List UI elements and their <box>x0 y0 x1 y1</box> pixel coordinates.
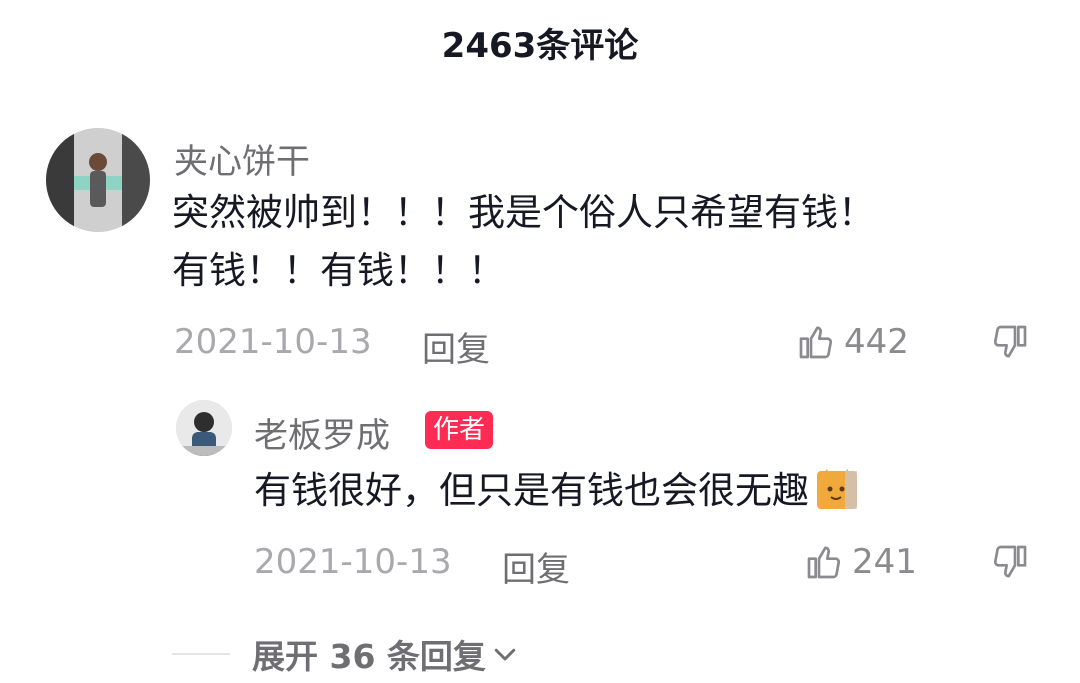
reply-reply-button[interactable]: 回复 <box>502 542 570 591</box>
author-username[interactable]: 老板罗成 <box>254 408 390 457</box>
thumbs-down-icon <box>993 545 1027 578</box>
thumbs-up-icon <box>807 546 841 579</box>
author-avatar[interactable] <box>176 400 232 456</box>
commenter-username[interactable]: 夹心饼干 <box>174 134 310 183</box>
cat-emoji-icon <box>817 469 857 509</box>
thumbs-down-icon <box>993 325 1027 358</box>
reply-text-content: 有钱很好，但只是有钱也会很无趣 <box>254 469 809 512</box>
comment-text-line2: 有钱！！有钱！！！ <box>172 249 505 292</box>
reply-date: 2021-10-13 <box>254 542 452 582</box>
reply-like-button[interactable]: 241 <box>804 542 917 582</box>
comment-date: 2021-10-13 <box>174 322 372 362</box>
expand-replies-button[interactable]: 展开 36 条回复 <box>172 630 520 678</box>
reply-button[interactable]: 回复 <box>422 322 490 371</box>
comment-text-line1: 突然被帅到！！！我是个俗人只希望有钱！ <box>172 191 875 234</box>
reply-dislike-button[interactable] <box>990 542 1030 582</box>
reply-text: 有钱很好，但只是有钱也会很无趣 <box>254 462 859 520</box>
thumbs-up-icon <box>799 326 833 359</box>
like-count: 442 <box>844 322 909 362</box>
author-badge: 作者 <box>425 411 494 449</box>
like-button[interactable]: 442 <box>796 322 909 362</box>
expand-divider <box>172 653 230 655</box>
dislike-button[interactable] <box>990 322 1030 362</box>
chevron-down-icon <box>494 648 516 661</box>
comments-count-title: 2463条评论 <box>441 26 639 66</box>
author-avatar-icon <box>176 400 232 456</box>
commenter-avatar[interactable] <box>46 128 150 232</box>
reply-like-count: 241 <box>852 542 917 582</box>
expand-replies-label: 展开 36 条回复 <box>252 637 486 676</box>
user-avatar-icon <box>46 128 150 232</box>
